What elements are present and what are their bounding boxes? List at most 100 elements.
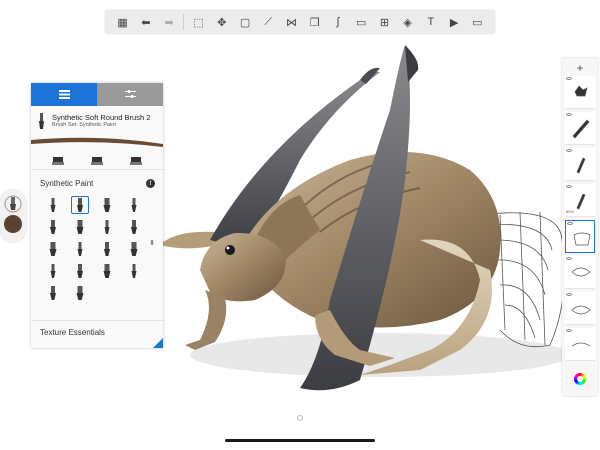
top-toolbar: ▦ ⬅ ➡ ⬚ ✥ ▢ ⟋ ⋈ ❒ ∫ ▭ ⊞ ◈ T ▶ ▭ [105, 10, 495, 34]
brush-item[interactable] [120, 238, 147, 260]
brush-tip-icon [44, 218, 62, 236]
scroll-arrows-icon[interactable]: ⬍ [149, 239, 155, 247]
current-brush-icon [39, 113, 44, 129]
brush-item[interactable] [93, 194, 120, 216]
layer-preview [576, 157, 586, 174]
home-indicator[interactable] [225, 439, 375, 442]
info-icon[interactable]: ! [146, 179, 155, 188]
text-icon[interactable]: T [422, 13, 440, 31]
current-brush-name: Synthetic Soft Round Brush 2 [52, 113, 151, 122]
layer-thumbnail[interactable] [565, 112, 595, 145]
brush-item[interactable] [66, 260, 93, 282]
preset-brush-icon[interactable] [52, 156, 65, 165]
dragon-leg-front-left [185, 290, 227, 350]
layer-preview [571, 305, 591, 315]
brush-tip-icon [98, 218, 116, 236]
brush-tip-icon [125, 262, 143, 280]
layer-thumbnail[interactable] [565, 256, 595, 289]
brush-item[interactable] [120, 194, 147, 216]
brush-puck[interactable] [0, 190, 26, 242]
color-wheel-icon[interactable] [574, 373, 586, 385]
layer-preview [573, 232, 591, 246]
image-icon[interactable]: ▭ [352, 13, 370, 31]
perspective-icon[interactable]: ⊞ [375, 13, 393, 31]
tab-brush-library[interactable] [31, 83, 97, 106]
brush-item[interactable] [66, 216, 93, 238]
brush-tip-icon [125, 196, 143, 214]
brush-item[interactable] [93, 216, 120, 238]
current-color-swatch[interactable] [4, 215, 22, 233]
layer-preview [574, 85, 588, 97]
brush-item[interactable] [39, 216, 66, 238]
layer-thumbnail[interactable] [565, 220, 595, 253]
brush-tip-icon [44, 262, 62, 280]
selection-icon[interactable]: ⬚ [190, 13, 208, 31]
timelapse-icon[interactable]: ▶ [445, 13, 463, 31]
toolbar-separator [183, 14, 185, 30]
tab-brush-properties[interactable] [97, 83, 163, 106]
brush-set-header[interactable]: Synthetic Paint ! [31, 170, 163, 192]
brush-panel-tabs [31, 83, 163, 106]
panel-resize-corner[interactable] [153, 338, 163, 348]
curves-icon[interactable]: ∫ [329, 13, 347, 31]
sliders-icon [124, 90, 136, 98]
stencils-icon[interactable]: ❒ [306, 13, 324, 31]
gallery-icon[interactable]: ▦ [114, 13, 132, 31]
layer-preview [572, 119, 590, 139]
layer-thumbnail[interactable]: 85% [565, 184, 595, 217]
brush-tip-icon [44, 196, 62, 214]
brush-grid [31, 192, 163, 304]
current-brush-set: Brush Set: Synthetic Paint [52, 122, 116, 128]
brush-stroke-preview [31, 132, 163, 152]
brush-set-title: Synthetic Paint [40, 179, 94, 188]
brush-item[interactable] [66, 194, 93, 216]
brush-tip-icon [125, 218, 143, 236]
crop-icon[interactable]: ▢ [236, 13, 254, 31]
layer-thumbnail[interactable] [565, 148, 595, 181]
dragon-eye [225, 245, 235, 255]
transform-icon[interactable]: ✥ [213, 13, 231, 31]
brush-tip-icon [71, 262, 89, 280]
layer-preview [571, 342, 591, 347]
canvas-indicator-dot [297, 415, 303, 421]
brush-tip-icon [71, 240, 89, 258]
brush-item[interactable] [66, 238, 93, 260]
brush-item[interactable] [120, 216, 147, 238]
undo-icon[interactable]: ⬅ [137, 13, 155, 31]
ruler-icon[interactable]: ⟋ [259, 13, 277, 31]
set-divider [31, 320, 163, 321]
layers-panel: + 85% [562, 58, 598, 396]
brush-tip-icon [98, 240, 116, 258]
brush-item[interactable] [39, 282, 66, 304]
brush-tip-icon [125, 240, 143, 258]
brush-item[interactable] [120, 260, 147, 282]
brush-item[interactable] [93, 260, 120, 282]
next-brush-set-title[interactable]: Texture Essentials [40, 328, 105, 337]
fill-icon[interactable]: ◈ [399, 13, 417, 31]
layer-thumbnail[interactable] [565, 292, 595, 325]
layer-thumbnail[interactable] [565, 328, 595, 361]
brush-tip-icon [44, 284, 62, 302]
brush-library-panel: Synthetic Soft Round Brush 2 Brush Set: … [31, 83, 163, 348]
preset-brush-icon[interactable] [90, 156, 103, 165]
layer-thumbnail[interactable] [565, 76, 595, 109]
layer-opacity-label: 85% [566, 209, 575, 214]
current-brush-header[interactable]: Synthetic Soft Round Brush 2 Brush Set: … [31, 106, 163, 132]
brush-item[interactable] [39, 238, 66, 260]
symmetry-icon[interactable]: ⋈ [282, 13, 300, 31]
redo-icon[interactable]: ➡ [160, 13, 178, 31]
brush-tip-icon [98, 262, 116, 280]
brush-size-icon[interactable] [4, 194, 22, 214]
brush-tip-icon [71, 218, 89, 236]
brush-item[interactable] [39, 194, 66, 216]
layer-preview [571, 267, 591, 277]
brush-item[interactable] [66, 282, 93, 304]
add-layer-button[interactable]: + [562, 61, 598, 75]
brush-item[interactable] [93, 238, 120, 260]
brush-item[interactable] [39, 260, 66, 282]
preset-brush-icon[interactable] [129, 156, 142, 165]
fullscreen-icon[interactable]: ▭ [468, 13, 486, 31]
brush-tip-icon [71, 284, 89, 302]
brush-preset-row [31, 152, 163, 170]
brush-tip-icon [70, 196, 89, 214]
